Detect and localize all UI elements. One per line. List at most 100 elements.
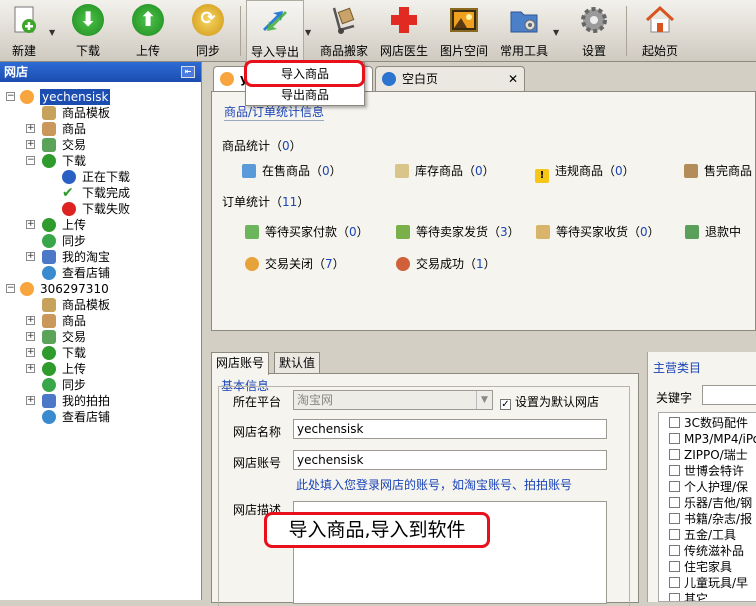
tab-store-account[interactable]: 网店账号 bbox=[211, 352, 270, 375]
checkbox[interactable] bbox=[669, 449, 680, 460]
import-export-dropdown-arrow[interactable]: ▼ bbox=[305, 28, 311, 37]
expand-icon[interactable]: + bbox=[26, 332, 35, 341]
sync-button[interactable]: ⟳ 同步 bbox=[184, 0, 232, 62]
account-panel: 基本信息 所在平台 淘宝网 ▼ ✓ 设置为默认网店 网店名称 yechensisk… bbox=[211, 373, 639, 606]
checkbox[interactable] bbox=[669, 545, 680, 556]
wait-receive-stat[interactable]: 等待买家收货（0） bbox=[536, 223, 660, 240]
category-item[interactable]: 儿童玩具/早 bbox=[669, 575, 748, 591]
checkbox[interactable] bbox=[669, 529, 680, 540]
platform-select[interactable]: 淘宝网 ▼ bbox=[293, 390, 493, 410]
tools-folder-icon bbox=[510, 11, 538, 33]
order-count-link[interactable]: 11 bbox=[282, 195, 297, 209]
checkbox[interactable] bbox=[669, 481, 680, 492]
sold-out-stat[interactable]: 售完商品 bbox=[684, 162, 752, 179]
tab-blank-page[interactable]: 空白页 ✕ bbox=[375, 66, 525, 92]
expand-icon[interactable]: + bbox=[26, 364, 35, 373]
checkbox[interactable] bbox=[669, 561, 680, 572]
category-title: 主营类目 bbox=[653, 361, 702, 375]
collapse-icon[interactable]: − bbox=[6, 92, 15, 101]
sold-out-icon bbox=[684, 164, 698, 178]
collapse-icon[interactable]: − bbox=[6, 284, 15, 293]
download-icon bbox=[42, 154, 56, 168]
checkbox[interactable] bbox=[669, 417, 680, 428]
download-button[interactable]: ⬇ 下载 bbox=[64, 0, 112, 62]
category-item[interactable]: 传统滋补品 bbox=[669, 543, 744, 559]
stock-stat[interactable]: 库存商品（0） bbox=[395, 162, 495, 179]
keyword-label: 关键字 bbox=[656, 391, 693, 405]
success-stat[interactable]: 交易成功（1） bbox=[396, 255, 496, 272]
expand-icon[interactable]: + bbox=[26, 316, 35, 325]
refunding-stat[interactable]: 退款中 bbox=[685, 223, 741, 240]
goods-stats-row: 商品统计（0） bbox=[222, 139, 302, 153]
checkbox[interactable] bbox=[669, 513, 680, 524]
wait-ship-stat[interactable]: 等待卖家发货（3） bbox=[396, 223, 520, 240]
closed-stat[interactable]: 交易关闭（7） bbox=[245, 255, 345, 272]
toolbar-separator bbox=[240, 6, 241, 56]
checkbox[interactable] bbox=[669, 577, 680, 588]
paipai-store-icon bbox=[20, 282, 34, 296]
hand-truck-icon bbox=[332, 7, 355, 34]
new-dropdown-arrow[interactable]: ▼ bbox=[49, 28, 55, 37]
checkbox-checked-icon[interactable]: ✓ bbox=[500, 399, 511, 410]
picture-space-button[interactable]: 图片空间 bbox=[438, 0, 490, 62]
expand-icon[interactable]: + bbox=[26, 348, 35, 357]
checkbox[interactable] bbox=[669, 497, 680, 508]
new-button[interactable]: 新建 bbox=[0, 0, 48, 62]
common-tools-button[interactable]: 常用工具 bbox=[498, 0, 550, 62]
sync-icon bbox=[42, 234, 56, 248]
main-toolbar: 新建 ▼ ⬇ 下载 ⬆ 上传 ⟳ 同步 导入导出 ▼ 商品搬家 网店医生 图片空… bbox=[0, 0, 756, 62]
expand-icon[interactable]: + bbox=[26, 140, 35, 149]
collapse-icon[interactable]: − bbox=[26, 156, 35, 165]
template-icon bbox=[42, 298, 56, 312]
menu-item-export-goods[interactable]: 导出商品 bbox=[246, 85, 364, 105]
store-name-input[interactable]: yechensisk bbox=[293, 419, 607, 439]
default-store-checkbox[interactable]: ✓ 设置为默认网店 bbox=[500, 393, 599, 410]
pin-icon[interactable]: ⇤ bbox=[181, 66, 195, 78]
check-icon: ✔ bbox=[62, 185, 74, 201]
order-stats-row: 订单统计（11） bbox=[222, 195, 310, 209]
expand-icon[interactable]: + bbox=[26, 220, 35, 229]
store-account-input[interactable]: yechensisk bbox=[293, 450, 607, 470]
network-icon bbox=[42, 394, 56, 408]
tools-dropdown-arrow[interactable]: ▼ bbox=[553, 28, 559, 37]
expand-icon[interactable]: + bbox=[26, 396, 35, 405]
move-goods-button[interactable]: 商品搬家 bbox=[318, 0, 370, 62]
upload-button[interactable]: ⬆ 上传 bbox=[124, 0, 172, 62]
start-page-button[interactable]: 起始页 bbox=[634, 0, 686, 62]
close-tab-icon[interactable]: ✕ bbox=[508, 67, 518, 91]
import-export-button[interactable]: 导入导出 bbox=[246, 0, 304, 62]
on-sale-icon bbox=[242, 164, 256, 178]
expand-icon[interactable]: + bbox=[26, 124, 35, 133]
checkbox[interactable] bbox=[669, 433, 680, 444]
violation-stat[interactable]: ! 违规商品（0） bbox=[535, 162, 635, 183]
goods-icon bbox=[42, 122, 56, 136]
keyword-input[interactable] bbox=[702, 385, 756, 405]
upload-icon bbox=[42, 218, 56, 232]
globe-icon bbox=[42, 266, 56, 280]
chevron-down-icon[interactable]: ▼ bbox=[476, 391, 492, 409]
taobao-store-icon bbox=[220, 72, 234, 86]
category-item[interactable]: 个人护理/保 bbox=[669, 479, 748, 495]
category-item[interactable]: 3C数码配件 bbox=[669, 415, 748, 431]
account-area: 网店账号 默认值 基本信息 所在平台 淘宝网 ▼ ✓ 设置为默认网店 网店名称 y… bbox=[211, 352, 756, 606]
on-sale-stat[interactable]: 在售商品（0） bbox=[242, 162, 342, 179]
goods-count-link[interactable]: 0 bbox=[282, 139, 290, 153]
platform-label: 所在平台 bbox=[233, 395, 282, 409]
trade-icon bbox=[42, 138, 56, 152]
category-item[interactable]: 世博会特许 bbox=[669, 463, 744, 479]
download-icon: ⬇ bbox=[72, 4, 104, 36]
error-icon bbox=[62, 202, 76, 216]
wait-pay-stat[interactable]: 等待买家付款（0） bbox=[245, 223, 369, 240]
toolbar-separator bbox=[626, 6, 627, 56]
category-item[interactable]: 住宅家具 bbox=[669, 559, 732, 575]
expand-icon[interactable]: + bbox=[26, 252, 35, 261]
checkbox[interactable] bbox=[669, 465, 680, 476]
tab-default-values[interactable]: 默认值 bbox=[274, 352, 321, 374]
category-item[interactable]: 乐器/吉他/钢 bbox=[669, 495, 752, 511]
store-doctor-button[interactable]: 网店医生 bbox=[378, 0, 430, 62]
category-item[interactable]: MP3/MP4/iPo bbox=[669, 431, 756, 447]
category-item[interactable]: 五金/工具 bbox=[669, 527, 736, 543]
category-item[interactable]: ZIPPO/瑞士 bbox=[669, 447, 748, 463]
category-item[interactable]: 书籍/杂志/报 bbox=[669, 511, 752, 527]
settings-button[interactable]: 设置 bbox=[568, 0, 620, 62]
